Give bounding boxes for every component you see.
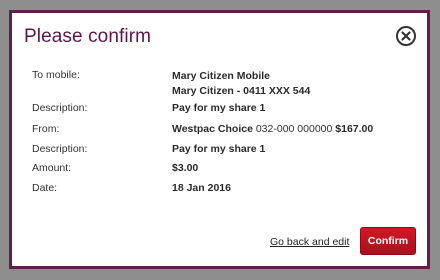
description-label: Description: xyxy=(32,143,88,155)
close-button[interactable] xyxy=(395,25,417,47)
go-back-link[interactable]: Go back and edit xyxy=(270,236,349,248)
from-account-number: 032-000 000000 xyxy=(255,123,333,135)
dialog-title: Please confirm xyxy=(24,26,152,47)
amount-label: Amount: xyxy=(32,162,72,174)
close-circle-icon xyxy=(396,26,416,46)
recipient-number: Mary Citizen - 0411 XXX 544 xyxy=(172,85,311,97)
amount-value: $3.00 xyxy=(172,162,199,174)
confirm-dialog: Please confirm To mobile: Mary Citizen M… xyxy=(9,10,430,269)
to-mobile-label: To mobile: xyxy=(32,69,80,81)
to-mobile-value: Mary Citizen Mobile Mary Citizen - 0411 … xyxy=(172,69,310,99)
recipient-name: Mary Citizen Mobile xyxy=(172,70,271,82)
description-label: Description: xyxy=(32,102,88,114)
confirm-button[interactable]: Confirm xyxy=(360,227,416,255)
description-value: Pay for my share 1 xyxy=(172,102,266,114)
description-value: Pay for my share 1 xyxy=(172,143,266,155)
date-label: Date: xyxy=(32,182,58,194)
from-account-name: Westpac Choice xyxy=(172,123,253,135)
from-balance: $167.00 xyxy=(335,123,374,135)
date-value: 18 Jan 2016 xyxy=(172,182,231,194)
from-value: Westpac Choice 032-000 000000 $167.00 xyxy=(172,123,373,135)
from-label: From: xyxy=(32,123,60,135)
